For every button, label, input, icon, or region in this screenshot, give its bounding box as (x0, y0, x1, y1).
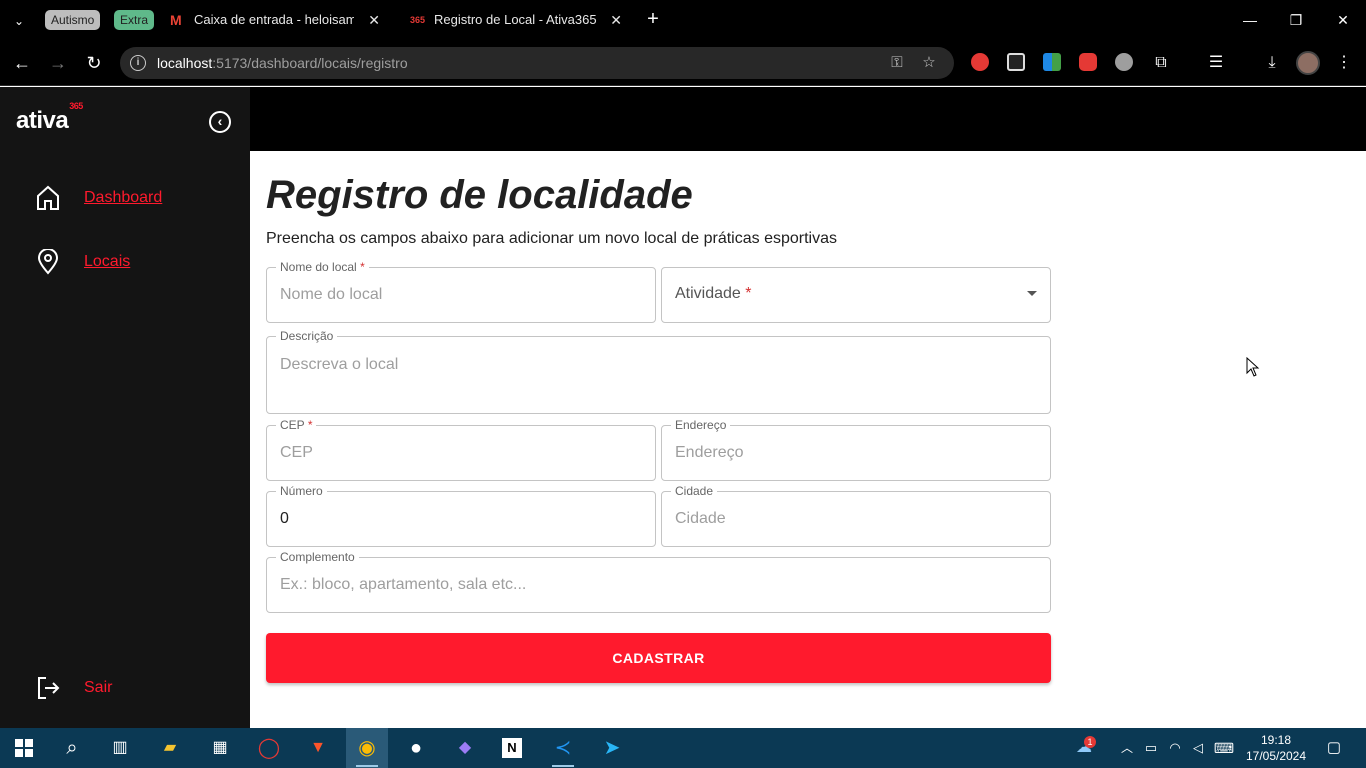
cadastrar-button[interactable]: CADASTRAR (266, 633, 1051, 683)
browser-menu-icon[interactable]: ⋮ (1332, 51, 1356, 75)
restore-icon[interactable]: ❐ (1284, 8, 1308, 32)
task-view-icon[interactable]: ▥ (108, 736, 132, 760)
tab-group-extra[interactable]: Extra (114, 10, 155, 30)
profile-avatar[interactable] (1296, 51, 1320, 75)
browser-toolbar: ← → ↻ i localhost:5173/dashboard/locais/… (0, 40, 1366, 86)
endereco-input[interactable] (675, 426, 1037, 480)
address-bar[interactable]: i localhost:5173/dashboard/locais/regist… (120, 47, 954, 79)
cep-input[interactable] (280, 426, 642, 480)
bookmark-star-icon[interactable]: ☆ (919, 53, 939, 73)
numero-input[interactable] (280, 492, 642, 546)
keyboard-icon[interactable]: ⌨ (1212, 736, 1236, 760)
extension-circles-icon[interactable] (1115, 53, 1133, 71)
download-icon[interactable]: ⤓ (1260, 51, 1284, 75)
wifi-icon[interactable]: ◠ (1163, 736, 1187, 760)
sidebar: ativa365 ‹ Dashboard Locais Sair (0, 87, 250, 728)
location-pin-icon (37, 249, 59, 275)
url-text[interactable]: localhost:5173/dashboard/locais/registro (157, 47, 408, 79)
tab-title: Caixa de entrada - heloisamt@g (194, 12, 354, 27)
extension-window-icon[interactable] (1007, 53, 1025, 71)
tab-group-autismo[interactable]: Autismo (45, 10, 101, 30)
extension-grid-icon[interactable] (1043, 53, 1061, 71)
app-grid-icon[interactable]: ▦ (208, 736, 232, 760)
reload-icon[interactable]: ↻ (82, 51, 106, 75)
extension-youtube-icon[interactable] (1079, 53, 1097, 71)
cep-field[interactable]: CEP * (266, 417, 656, 481)
descricao-label: Descrição (276, 328, 338, 344)
battery-icon[interactable]: ▭ (1139, 736, 1163, 760)
close-tab-icon[interactable]: ✕ (610, 0, 622, 40)
tab-gmail[interactable]: M Caixa de entrada - heloisamt@g ✕ (160, 0, 390, 40)
tab-title: Registro de Local - Ativa365 (434, 12, 597, 27)
telegram-icon[interactable]: ➤ (600, 736, 624, 760)
descricao-field[interactable]: Descrição (266, 328, 1051, 414)
nome-input[interactable] (280, 268, 642, 322)
vscode-icon[interactable]: ≺ (551, 736, 575, 760)
app-logo: ativa365 (16, 101, 83, 134)
page-title: Registro de localidade (266, 173, 693, 217)
active-app-indicator (356, 765, 378, 767)
minimize-icon[interactable]: — (1238, 8, 1262, 32)
cidade-field[interactable]: Cidade (661, 483, 1051, 547)
page-subtitle: Preencha os campos abaixo para adicionar… (266, 230, 837, 247)
sidebar-item-label[interactable]: Dashboard (84, 189, 162, 207)
active-app-indicator (552, 765, 574, 767)
browser-tab-bar: ⌄ Autismo Extra M Caixa de entrada - hel… (0, 0, 1366, 40)
tray-chevron-up-icon[interactable]: ︿ (1115, 736, 1139, 760)
clock-date: 17/05/2024 (1245, 749, 1307, 763)
extension-red-icon[interactable] (971, 53, 989, 71)
app-header (250, 87, 1366, 151)
clock-time: 19:18 (1260, 733, 1292, 747)
home-icon (37, 185, 59, 210)
notification-badge: 1 (1084, 736, 1096, 748)
main-content: Registro de localidade Preencha os campo… (250, 151, 1366, 728)
taskbar-clock[interactable]: 19:18 17/05/2024 (1240, 732, 1312, 764)
notion-icon[interactable]: N (502, 738, 522, 758)
logout-icon (38, 677, 60, 699)
atividade-label: Atividade * (675, 285, 752, 302)
opera-icon[interactable]: ◯ (257, 736, 281, 760)
file-explorer-icon[interactable]: ▰ (158, 736, 182, 760)
extensions-puzzle-icon[interactable]: ⧉ (1149, 51, 1173, 75)
volume-muted-icon[interactable]: ◁ (1186, 736, 1210, 760)
complemento-input[interactable] (280, 558, 1037, 612)
windows-taskbar: ⌕ ▥ ▰ ▦ ◯ ▼ ◉ ● ◆ N ≺ ➤ ☁ 1 ︿ ▭ ◠ ◁ ⌨ 19… (0, 728, 1366, 768)
mouse-cursor-icon (1246, 357, 1260, 377)
cidade-input[interactable] (675, 492, 1037, 546)
chrome-icon[interactable]: ◉ (355, 736, 379, 760)
collapse-sidebar-icon[interactable]: ‹ (209, 111, 231, 133)
tab-ativa365[interactable]: 365 Registro de Local - Ativa365 ✕ (400, 0, 632, 40)
app-circle-icon[interactable]: ● (404, 736, 428, 760)
forward-icon[interactable]: → (46, 51, 70, 75)
caret-down-icon (1027, 291, 1037, 296)
tab-search-chevron-icon[interactable]: ⌄ (8, 10, 30, 32)
brave-icon[interactable]: ▼ (306, 736, 330, 760)
reading-list-icon[interactable]: ☰ (1204, 51, 1228, 75)
atividade-select[interactable]: Atividade * (661, 267, 1051, 323)
windows-start-icon[interactable] (12, 736, 36, 760)
gmail-icon: M (170, 12, 182, 28)
obsidian-icon[interactable]: ◆ (453, 736, 477, 760)
nome-field[interactable]: Nome do local * (266, 259, 656, 323)
new-tab-icon[interactable]: + (642, 8, 664, 30)
sidebar-item-label[interactable]: Locais (84, 253, 130, 271)
endereco-field[interactable]: Endereço (661, 417, 1051, 481)
close-window-icon[interactable]: ✕ (1331, 8, 1355, 32)
site-info-icon[interactable]: i (130, 55, 146, 71)
notifications-icon[interactable]: ▢ (1322, 736, 1346, 760)
numero-field[interactable]: Número (266, 483, 656, 547)
logout-label[interactable]: Sair (84, 679, 112, 697)
search-icon[interactable]: ⌕ (60, 736, 84, 760)
close-tab-icon[interactable]: ✕ (368, 0, 380, 40)
password-key-icon[interactable]: ⚿ (887, 53, 907, 73)
complemento-field[interactable]: Complemento (266, 549, 1051, 613)
descricao-input[interactable] (280, 355, 1037, 375)
ativa365-icon: 365 (410, 15, 426, 25)
back-icon[interactable]: ← (10, 51, 34, 75)
